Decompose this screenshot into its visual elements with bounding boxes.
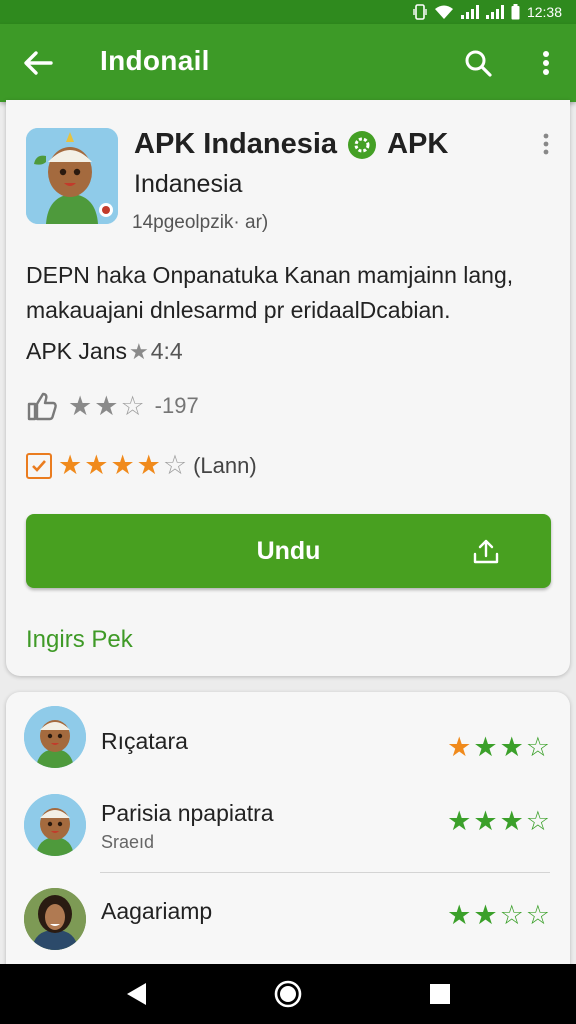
review-stars: ★ ★ ☆ ☆: [447, 902, 550, 929]
app-meta: 14pgeolpzik· ar): [132, 212, 269, 233]
star-icon: ★: [447, 900, 472, 930]
rating-label: APK Jans: [26, 338, 127, 364]
system-nav-bar: [0, 964, 576, 1024]
review-stars: ★ ★ ★ ☆: [447, 808, 550, 835]
star-icon: ★: [447, 806, 472, 836]
search-button[interactable]: [458, 43, 498, 83]
review-item[interactable]: Parisia npapiatra Sraeıd ★ ★ ★ ☆: [6, 778, 570, 858]
search-icon: [465, 50, 492, 77]
app-title-line-2: Indanesia: [134, 170, 243, 198]
verified-badge-icon: [348, 130, 377, 159]
checkbox-icon[interactable]: [26, 452, 52, 479]
arrow-back-icon: [24, 51, 53, 75]
check-icon: [32, 459, 46, 472]
status-icons: 12:38: [413, 2, 562, 22]
star-outline-icon: ☆: [120, 390, 145, 421]
star-icon: ★: [473, 732, 498, 762]
star-icon: ★: [499, 732, 524, 762]
review-item[interactable]: Aagariamp ★ ★ ☆ ☆: [6, 876, 570, 956]
mascot-avatar-icon: [24, 706, 86, 768]
mascot-icon: [26, 128, 118, 224]
more-vert-icon: [543, 133, 549, 155]
signal-icon: [460, 5, 479, 19]
share-icon: [473, 539, 499, 564]
star-icon: ★: [94, 390, 119, 421]
reviewer-name: Aagariamp: [101, 898, 213, 924]
star-icon: ★: [129, 338, 149, 364]
user-rating-row: ★ ★ ★ ★ ☆ (Lann): [26, 452, 257, 479]
overflow-menu-button[interactable]: [526, 43, 566, 83]
star-icon: ★: [473, 806, 498, 836]
reviewer-name: Parisia npapiatra: [101, 800, 274, 826]
thumb-up-icon[interactable]: [26, 390, 58, 422]
app-bar: Indonail: [0, 24, 576, 102]
user-rating-text: (Lann): [193, 452, 257, 478]
reviewer-name: Rıçatara: [101, 728, 188, 754]
vibrate-icon: [413, 4, 427, 20]
triangle-back-icon: [127, 983, 146, 1005]
more-link[interactable]: Ingirs Pek: [26, 626, 133, 654]
more-vert-icon: [543, 51, 549, 75]
back-button[interactable]: [18, 43, 58, 83]
star-outline-icon: ☆: [499, 900, 524, 930]
star-outline-icon: ☆: [525, 806, 550, 836]
star-icon: ★: [447, 732, 472, 762]
like-rating-row: ★ ★ ☆ -197: [26, 390, 199, 422]
rating-value: 4:4: [150, 338, 183, 364]
star-icon: ★: [136, 450, 161, 480]
square-recents-icon: [430, 984, 450, 1004]
app-bar-title: Indonail: [100, 45, 210, 76]
card-overflow-button[interactable]: [536, 130, 556, 158]
circle-home-icon: [274, 980, 302, 1008]
star-icon: ★: [473, 900, 498, 930]
nav-home-button[interactable]: [272, 978, 304, 1010]
download-button[interactable]: Undu: [26, 514, 551, 588]
mascot-avatar-icon: [24, 794, 86, 856]
reviewer-subtitle: Sraeıd: [101, 832, 155, 852]
reviews-card: Rıçatara ★ ★ ★ ☆ Parisia npapiatra Sraeı…: [6, 692, 570, 992]
battery-icon: [511, 4, 520, 20]
wifi-icon: [434, 5, 453, 19]
avatar: [24, 706, 86, 768]
app-title-suffix: APK: [387, 128, 449, 160]
app-description: DEPN haka Onpanatuka Kanan mamjainn lang…: [26, 262, 514, 323]
gray-star-rating: ★ ★ ☆: [68, 390, 145, 421]
signal-icon-2: [485, 5, 504, 19]
star-icon: ★: [68, 390, 93, 421]
app-title: APK Indanesia APK: [134, 128, 448, 161]
star-outline-icon: ☆: [525, 900, 550, 930]
review-item[interactable]: Rıçatara ★ ★ ★ ☆: [6, 692, 570, 772]
star-icon: ★: [84, 450, 109, 480]
avatar: [24, 888, 86, 950]
status-time: 12:38: [526, 4, 562, 20]
nav-back-button[interactable]: [120, 978, 152, 1010]
star-outline-icon: ☆: [525, 732, 550, 762]
nav-recents-button[interactable]: [424, 978, 456, 1010]
app-details-card: APK Indanesia APK Indanesia 14pgeolpzik·…: [6, 100, 570, 676]
avatar: [24, 794, 86, 856]
app-title-text: APK Indanesia: [134, 128, 338, 160]
like-count: -197: [154, 393, 199, 418]
star-icon: ★: [499, 806, 524, 836]
status-bar: 12:38: [0, 0, 576, 24]
star-outline-icon: ☆: [162, 450, 188, 480]
app-icon[interactable]: [26, 128, 118, 224]
rating-summary: APK Jans ★ 4:4: [26, 338, 183, 365]
orange-star-rating: ★ ★ ★ ★ ☆: [58, 452, 187, 479]
divider: [100, 872, 550, 873]
star-icon: ★: [58, 450, 83, 480]
star-icon: ★: [110, 450, 135, 480]
person-photo-icon: [24, 888, 86, 950]
review-stars: ★ ★ ★ ☆: [447, 734, 550, 761]
